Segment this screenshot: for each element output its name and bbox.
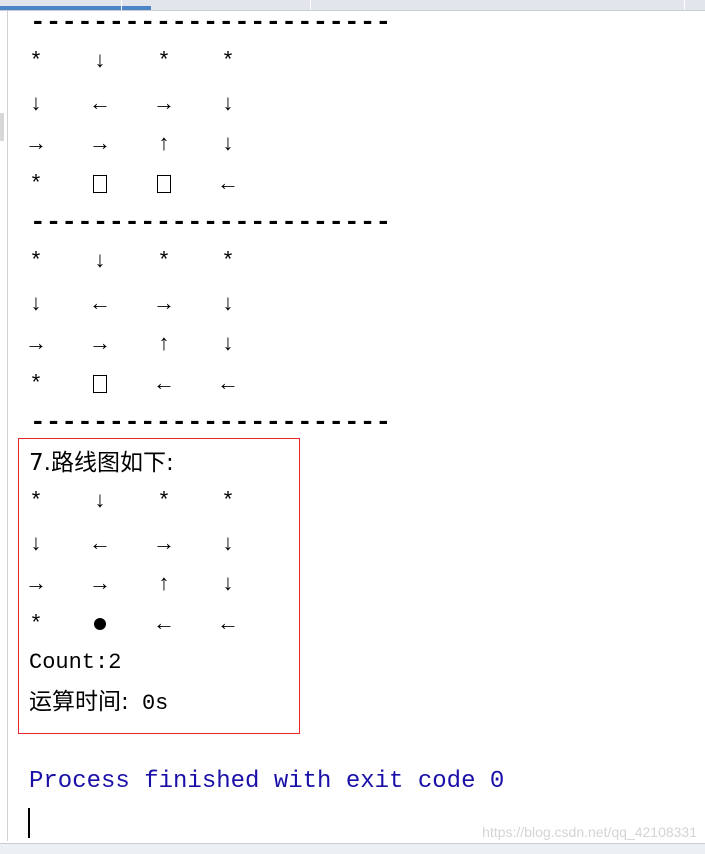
- grid-cell: *: [157, 249, 171, 274]
- empty-square-icon: [157, 175, 171, 194]
- grid-cell: ↓: [221, 132, 235, 157]
- empty-square-icon: [93, 175, 107, 194]
- grid-cell: *: [157, 49, 171, 74]
- grid-cell: *: [29, 612, 43, 637]
- grid-cell: *: [29, 489, 43, 514]
- grid-cell: ↓: [221, 572, 235, 597]
- grid-cell: ↑: [157, 132, 171, 157]
- grid-cell: →: [29, 332, 43, 357]
- grid-cell: [149, 170, 179, 200]
- grid-cell: ←: [221, 172, 235, 197]
- grid-cell: →: [157, 92, 171, 117]
- grid-cell: [85, 610, 115, 640]
- time-label: 运算时间:: [29, 689, 129, 715]
- grid-cell: ↓: [221, 532, 235, 557]
- tab-separator: [684, 0, 685, 10]
- grid-cell: ←: [157, 372, 171, 397]
- bottom-toolbar: [0, 843, 705, 854]
- grid-cell: *: [157, 489, 171, 514]
- position-dot-icon: [94, 618, 106, 631]
- grid-cell: →: [157, 532, 171, 557]
- grid-cell: ←: [221, 612, 235, 637]
- grid-cell: ←: [93, 292, 107, 317]
- grid-cell: ←: [157, 612, 171, 637]
- time-value: 0s: [128, 691, 169, 716]
- grid-cell: ↓: [221, 332, 235, 357]
- grid-cell: ↓: [221, 92, 235, 117]
- grid-cell: *: [29, 49, 43, 74]
- grid-cell: →: [93, 572, 107, 597]
- gutter-marker: [0, 113, 4, 141]
- console-gutter: [7, 11, 8, 841]
- grid-cell: *: [29, 372, 43, 397]
- count-text: Count:2: [29, 650, 122, 675]
- text-cursor[interactable]: [28, 808, 30, 838]
- grid-cell: *: [29, 249, 43, 274]
- grid-cell: ↑: [157, 332, 171, 357]
- grid-cell: →: [29, 132, 43, 157]
- watermark: https://blog.csdn.net/qq_42108331: [482, 824, 697, 840]
- grid-cell: *: [221, 49, 235, 74]
- grid-cell: ←: [93, 92, 107, 117]
- grid-cell: →: [29, 572, 43, 597]
- grid-cell: ↑: [157, 572, 171, 597]
- grid-cell: *: [221, 249, 235, 274]
- grid-cell: ↓: [93, 489, 107, 514]
- grid-cell: ↓: [221, 292, 235, 317]
- grid-cell: ↓: [93, 249, 107, 274]
- time-text: 运算时间: 0s: [29, 687, 168, 719]
- separator-line: -----------------------: [30, 207, 392, 237]
- grid-cell: [85, 370, 115, 400]
- grid-cell: *: [221, 489, 235, 514]
- separator-line: -----------------------: [30, 7, 392, 37]
- grid-cell: ↓: [29, 92, 43, 117]
- empty-square-icon: [93, 375, 107, 394]
- grid-cell: →: [93, 332, 107, 357]
- grid-cell: →: [157, 292, 171, 317]
- grid-cell: ↓: [29, 292, 43, 317]
- process-message: Process finished with exit code 0: [29, 768, 505, 795]
- grid-cell: *: [29, 172, 43, 197]
- result-title: 7.路线图如下:: [29, 450, 174, 476]
- grid-cell: ↓: [29, 532, 43, 557]
- grid-cell: [85, 170, 115, 200]
- separator-line: -----------------------: [30, 407, 392, 437]
- grid-cell: →: [93, 132, 107, 157]
- grid-cell: ↓: [93, 49, 107, 74]
- grid-cell: ←: [93, 532, 107, 557]
- grid-cell: ←: [221, 372, 235, 397]
